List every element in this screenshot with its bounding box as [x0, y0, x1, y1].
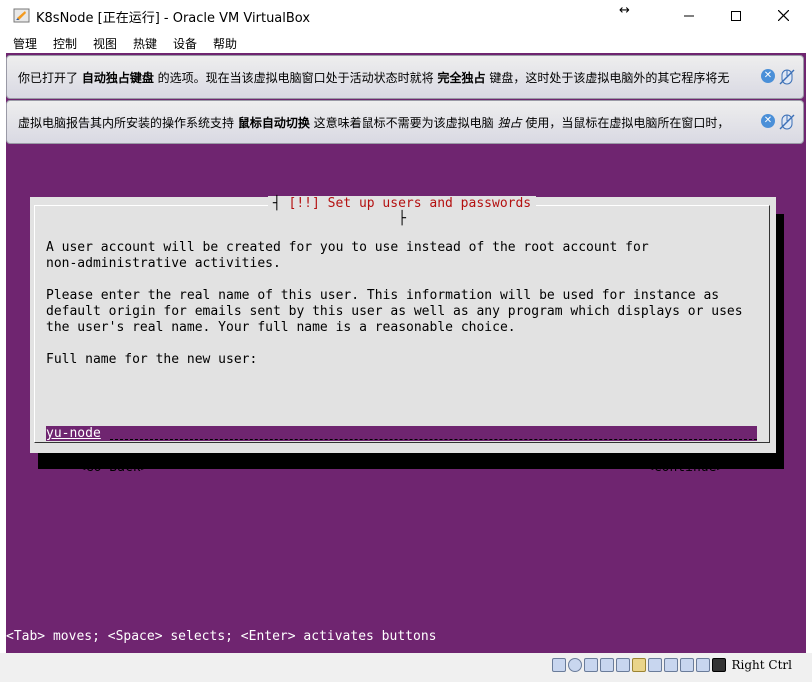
notice-text: 键盘，这时处于该虚拟电脑外的其它程序将无 — [485, 71, 730, 85]
resize-arrows-icon: ↔ — [619, 3, 630, 18]
minimize-button[interactable] — [666, 0, 712, 31]
close-icon — [777, 10, 789, 21]
notice-text: 这意味着鼠标不需要为该虚拟电脑 — [309, 116, 498, 130]
notice-text: 虚拟电脑报告其内所安装的操作系统支持 — [18, 116, 238, 130]
status-bar: Right Ctrl — [0, 653, 812, 682]
window-title: K8sNode [正在运行] - Oracle VM VirtualBox — [36, 11, 311, 26]
vm-screen[interactable]: 你已打开了 自动独占键盘 的选项。现在当该虚拟电脑窗口处于活动状态时就将 完全独… — [6, 53, 806, 653]
notice-bold-text: 完全独占 — [437, 71, 486, 85]
usb-icon[interactable] — [615, 658, 630, 672]
minimize-icon — [684, 15, 694, 16]
mouse-integration-icon[interactable] — [695, 658, 710, 672]
dialog-title: ┤ [!!] Set up users and passwords ├ — [268, 196, 536, 226]
notice-text: 你已打开了 — [18, 71, 82, 85]
menu-manage[interactable]: 管理 — [13, 35, 37, 52]
cpu-icon[interactable] — [679, 658, 694, 672]
keyboard-hint-bar: <Tab> moves; <Space> selects; <Enter> ac… — [6, 629, 437, 644]
full-name-input[interactable]: yu-node — [46, 426, 757, 441]
title-bar: K8sNode [正在运行] - Oracle VM VirtualBox ↔ — [0, 0, 812, 31]
optical-disc-icon[interactable] — [567, 658, 582, 672]
notice-bold-text: 鼠标自动切换 — [237, 116, 310, 130]
dialog-title-text: [!!] Set up users and passwords — [288, 196, 532, 211]
network-icon[interactable] — [599, 658, 614, 672]
keyboard-icon[interactable] — [711, 658, 726, 672]
menu-hotkeys[interactable]: 热键 — [133, 35, 157, 52]
installer-dialog: ┤ [!!] Set up users and passwords ├ A us… — [30, 196, 776, 475]
do-not-show-again-icon[interactable] — [779, 69, 795, 85]
shared-folder-icon[interactable] — [631, 658, 646, 672]
menu-bar: 管理 控制 视图 热键 设备 帮助 — [0, 31, 812, 54]
window-border-right — [806, 53, 812, 682]
menu-help[interactable]: 帮助 — [213, 35, 237, 52]
menu-devices[interactable]: 设备 — [173, 35, 197, 52]
hdd-icon[interactable] — [551, 658, 566, 672]
dialog-paragraph-2: Please enter the real name of this user.… — [46, 288, 743, 335]
do-not-show-again-icon[interactable] — [779, 114, 795, 130]
full-name-label: Full name for the new user: — [46, 352, 258, 367]
input-underline — [110, 439, 757, 440]
close-notice-icon[interactable]: ✕ — [761, 114, 775, 128]
close-button[interactable] — [760, 0, 806, 31]
maximize-icon — [731, 10, 741, 21]
maximize-button[interactable] — [713, 0, 759, 31]
recording-icon[interactable] — [663, 658, 678, 672]
dialog-paragraph-1: A user account will be created for you t… — [46, 240, 649, 271]
notice-text: 的选项。现在当该虚拟电脑窗口处于活动状态时就将 — [153, 71, 438, 85]
virtualbox-app-icon — [13, 8, 30, 23]
notice-bold-text: 自动独占键盘 — [81, 71, 154, 85]
go-back-button[interactable]: <Go Back> — [78, 460, 148, 475]
continue-button[interactable]: <Continue> — [646, 460, 724, 475]
notice-italic-text: 独占 — [497, 116, 522, 130]
display-icon[interactable] — [647, 658, 662, 672]
mouse-integration-notice: 虚拟电脑报告其内所安装的操作系统支持 鼠标自动切换 这意味着鼠标不需要为该虚拟电… — [6, 100, 804, 144]
full-name-value: yu-node — [46, 426, 101, 441]
host-key-label: Right Ctrl — [731, 658, 793, 672]
keyboard-capture-notice: 你已打开了 自动独占键盘 的选项。现在当该虚拟电脑窗口处于活动状态时就将 完全独… — [6, 55, 804, 99]
notice-text: 使用，当鼠标在虚拟电脑所在窗口时， — [521, 116, 730, 130]
menu-control[interactable]: 控制 — [53, 35, 77, 52]
close-notice-icon[interactable]: ✕ — [761, 69, 775, 83]
audio-icon[interactable] — [583, 658, 598, 672]
menu-view[interactable]: 视图 — [93, 35, 117, 52]
